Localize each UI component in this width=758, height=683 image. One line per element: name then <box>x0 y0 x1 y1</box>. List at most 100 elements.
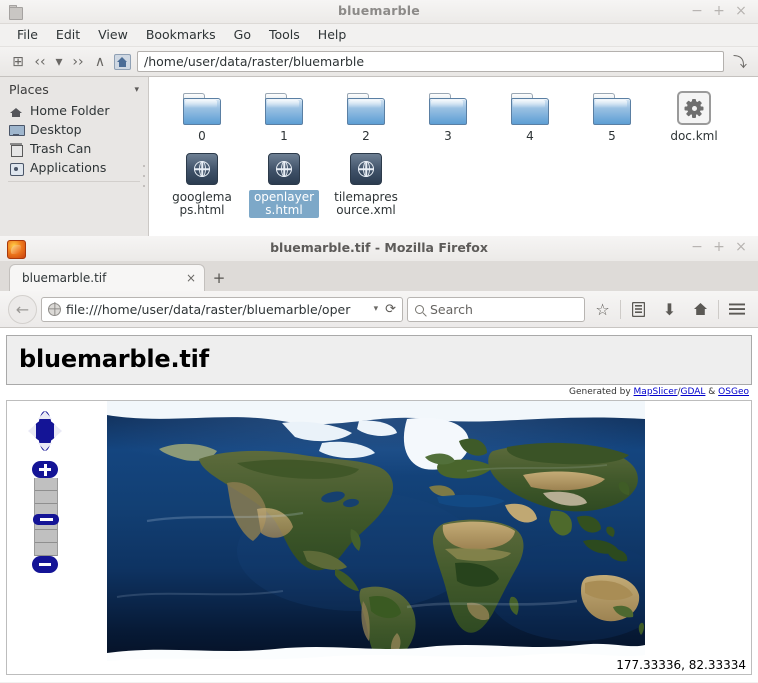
file-item-folder-1[interactable]: 1 <box>243 87 325 144</box>
map-viewport[interactable]: 177.33336, 82.33334 <box>6 400 752 675</box>
file-item-folder-5[interactable]: 5 <box>571 87 653 144</box>
pan-right-button[interactable] <box>54 424 62 438</box>
zoom-slider-handle[interactable] <box>33 514 59 525</box>
zoom-level-segment[interactable] <box>35 530 57 543</box>
location-input[interactable]: /home/user/data/raster/bluemarble <box>137 51 724 72</box>
reload-icon[interactable]: ⟳ <box>383 302 396 317</box>
forward-icon[interactable]: ›› <box>67 51 89 73</box>
file-item-googlemaps-html[interactable]: googlemaps.html <box>161 148 243 218</box>
folder-icon <box>347 87 385 129</box>
home-icon[interactable] <box>111 51 133 73</box>
maximize-button[interactable]: + <box>708 238 730 256</box>
sidebar-item-trash-can[interactable]: Trash Can <box>0 139 148 158</box>
zoom-slider-track[interactable] <box>33 478 59 556</box>
sidebar-item-home-folder[interactable]: Home Folder <box>0 101 148 120</box>
maximize-button[interactable]: + <box>708 2 730 20</box>
zoom-level-segment[interactable] <box>35 478 57 491</box>
file-label: doc.kml <box>670 129 718 143</box>
pan-control[interactable] <box>25 407 65 455</box>
bookmark-star-icon[interactable]: ☆ <box>589 296 616 323</box>
close-button[interactable]: × <box>730 2 752 20</box>
sidebar-item-label: Desktop <box>30 122 82 137</box>
file-item-folder-3[interactable]: 3 <box>407 87 489 144</box>
places-header[interactable]: Places ▾ <box>0 77 148 101</box>
firefox-window-title: bluemarble.tif - Mozilla Firefox <box>270 240 488 255</box>
zoom-in-button[interactable] <box>32 461 58 478</box>
menu-edit[interactable]: Edit <box>47 25 89 45</box>
link-gdal[interactable]: GDAL <box>681 387 706 397</box>
page-title: bluemarble.tif <box>19 345 209 373</box>
menu-view[interactable]: View <box>89 25 137 45</box>
sidebar-divider <box>8 181 140 182</box>
close-icon[interactable]: × <box>180 271 196 285</box>
go-icon[interactable]: ⤵ <box>729 51 751 73</box>
menu-tools[interactable]: Tools <box>260 25 309 45</box>
folder-icon <box>593 87 631 129</box>
close-button[interactable]: × <box>730 238 752 256</box>
url-input[interactable]: file:///home/user/data/raster/bluemarble… <box>41 296 403 322</box>
file-label: 1 <box>280 129 288 143</box>
globe-icon <box>48 302 61 316</box>
file-item-openlayers-html[interactable]: openlayers.html <box>243 148 325 218</box>
folder-icon <box>265 87 303 129</box>
back-icon[interactable]: ← <box>8 294 37 324</box>
sidebar-item-label: Home Folder <box>30 103 110 118</box>
minimize-button[interactable]: − <box>686 2 708 20</box>
menu-go[interactable]: Go <box>225 25 260 45</box>
zoom-out-button[interactable] <box>32 556 58 573</box>
pan-up-button[interactable] <box>38 411 52 419</box>
file-grid-row-1: 0 1 2 3 4 5 doc.kml <box>149 87 758 148</box>
file-manager-title: bluemarble <box>338 3 420 18</box>
credits-prefix: Generated by <box>569 387 634 397</box>
file-item-doc-kml[interactable]: doc.kml <box>653 87 735 144</box>
page-content: bluemarble.tif Generated by MapSlicer/GD… <box>0 328 758 682</box>
menu-file[interactable]: File <box>8 25 47 45</box>
tab-bluemarble-tif[interactable]: bluemarble.tif × <box>9 264 205 291</box>
chevron-down-icon[interactable]: ▾ <box>374 304 379 314</box>
world-map-image[interactable] <box>107 401 645 671</box>
sidebar-item-applications[interactable]: Applications <box>0 158 148 177</box>
file-item-folder-2[interactable]: 2 <box>325 87 407 144</box>
hamburger-menu-icon[interactable] <box>723 296 750 323</box>
sidebar-splitter-handle[interactable] <box>141 165 146 187</box>
navigation-toolbar: ← file:///home/user/data/raster/bluemarb… <box>0 291 758 328</box>
file-label: 0 <box>198 129 206 143</box>
desktop-icon <box>9 123 25 137</box>
chevron-down-icon[interactable]: ▾ <box>134 85 139 95</box>
new-tab-button[interactable]: + <box>205 264 233 291</box>
file-grid-row-2: googlemaps.html openlayers.html tilemapr… <box>149 148 758 222</box>
zoom-level-segment[interactable] <box>35 543 57 556</box>
trash-icon <box>9 142 23 157</box>
downloads-icon[interactable]: ⬇ <box>656 296 683 323</box>
search-input[interactable]: Search <box>407 296 585 322</box>
zoom-level-segment[interactable] <box>35 491 57 504</box>
file-manager-toolbar: ⊞ ‹‹ ▾ ›› ∧ /home/user/data/raster/bluem… <box>0 46 758 77</box>
map-pan-zoom-control[interactable] <box>25 407 65 573</box>
applications-icon <box>9 161 24 176</box>
library-icon[interactable] <box>625 296 652 323</box>
minimize-button[interactable]: − <box>686 238 708 256</box>
file-item-tilemapresource-xml[interactable]: tilemapresource.xml <box>325 148 407 218</box>
pan-down-button[interactable] <box>38 443 52 451</box>
home-icon <box>9 104 23 118</box>
new-tab-icon[interactable]: ⊞ <box>7 51 29 73</box>
search-icon <box>415 304 424 314</box>
link-osgeo[interactable]: OSGeo <box>718 387 749 397</box>
menu-bookmarks[interactable]: Bookmarks <box>137 25 225 45</box>
sidebar-item-desktop[interactable]: Desktop <box>0 120 148 139</box>
tab-label: bluemarble.tif <box>22 271 107 285</box>
file-list-view[interactable]: 0 1 2 3 4 5 doc.kml googlemaps.html open… <box>149 77 758 236</box>
link-mapslicer[interactable]: MapSlicer <box>634 387 678 397</box>
menu-help[interactable]: Help <box>309 25 356 45</box>
zoom-bar[interactable] <box>32 461 59 573</box>
tab-strip: bluemarble.tif × + <box>0 261 758 291</box>
file-manager-menubar: File Edit View Bookmarks Go Tools Help <box>0 24 758 46</box>
chevron-down-icon[interactable]: ▾ <box>51 51 67 73</box>
home-icon[interactable] <box>687 296 714 323</box>
back-icon[interactable]: ‹‹ <box>29 51 51 73</box>
file-item-folder-4[interactable]: 4 <box>489 87 571 144</box>
file-item-folder-0[interactable]: 0 <box>161 87 243 144</box>
up-icon[interactable]: ∧ <box>89 51 111 73</box>
pan-left-button[interactable] <box>28 424 36 438</box>
credits-amp: & <box>705 387 719 397</box>
